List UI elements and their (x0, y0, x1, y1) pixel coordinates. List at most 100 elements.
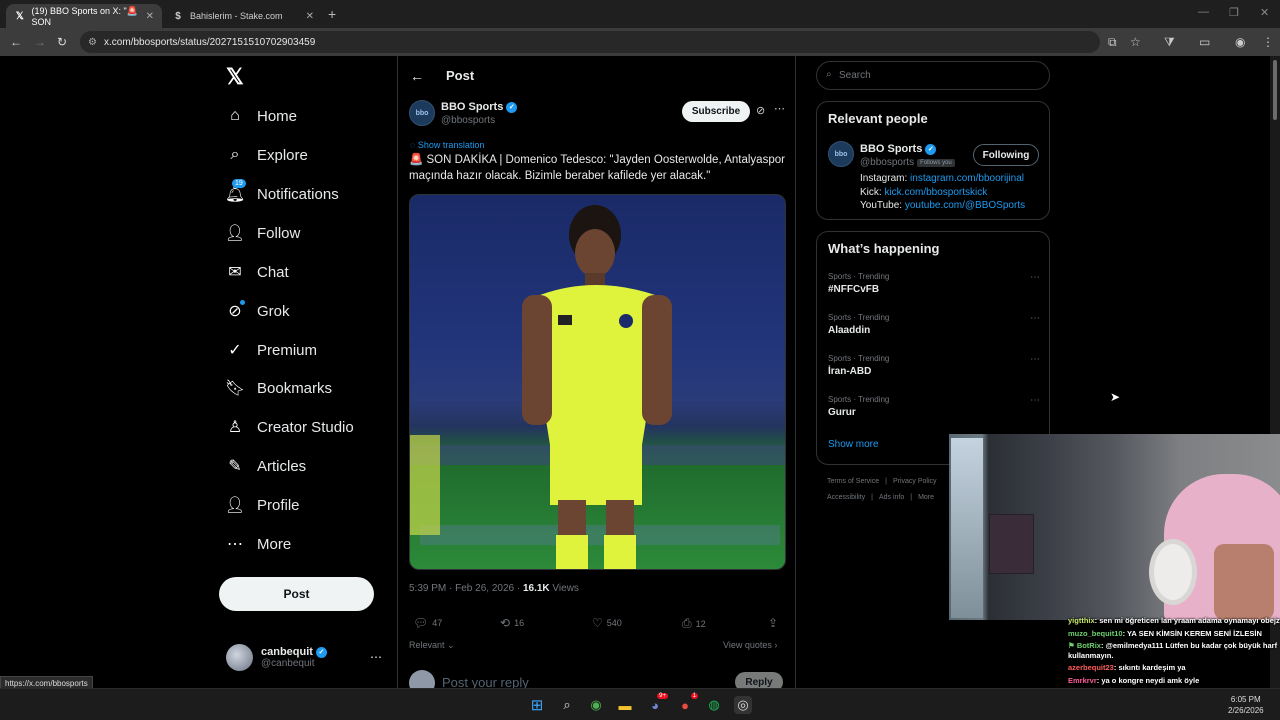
nav-item-follow[interactable]: 👤︎ Follow (224, 221, 301, 245)
windows-start-icon[interactable]: ⊞ (528, 696, 546, 714)
url-field[interactable]: ⚙ x.com/bbosports/status/202715151070290… (80, 31, 1100, 53)
tab-title: (19) BBO Sports on X: "🚨 SON (31, 5, 138, 27)
browser-tab-stake[interactable]: $ Bahislerim - Stake.com ✕ (164, 4, 322, 28)
install-app-icon[interactable]: ⧉ (1108, 35, 1117, 50)
account-switcher[interactable]: canbequit ✓ @canbequit (226, 644, 327, 671)
post-button[interactable]: Post (219, 577, 374, 611)
browser-tab-x[interactable]: 𝕏 (19) BBO Sports on X: "🚨 SON ✕ (6, 4, 162, 28)
reply-button[interactable]: 💬︎ 47 (413, 616, 442, 630)
close-window-button[interactable]: ✕ (1260, 6, 1269, 19)
author-handle[interactable]: @bbosports (441, 115, 495, 126)
person-handle[interactable]: @bbosports (860, 157, 914, 168)
chevron-down-icon: ⌄ (447, 640, 455, 650)
page-title: Post (446, 68, 475, 83)
privacy-link[interactable]: Privacy Policy (893, 478, 937, 485)
trend-item[interactable]: Sports · Trending #NFFCvFB ⋯ (828, 272, 1040, 295)
chat-message: muzo_bequit10: YA SEN KİMSİN KEREM SENİ … (1068, 628, 1262, 638)
search-icon[interactable]: ⌕ (558, 696, 576, 714)
avatar (226, 644, 253, 671)
post-image[interactable] (409, 194, 786, 570)
trend-item[interactable]: Sports · Trending Gurur ⋯ (828, 395, 1040, 418)
new-tab-button[interactable]: + (328, 6, 336, 22)
trend-item[interactable]: Sports · Trending Alaaddin ⋯ (828, 313, 1040, 336)
accessibility-link[interactable]: Accessibility (827, 494, 865, 501)
site-info-icon[interactable]: ⚙ (88, 37, 97, 48)
nav-item-chat[interactable]: ✉ Chat (226, 260, 288, 284)
more-options-icon[interactable]: ⋯ (1030, 395, 1040, 406)
view-quotes-link[interactable]: View quotes › (723, 640, 777, 650)
card-title: Relevant people (828, 111, 928, 126)
instagram-link[interactable]: instagram.com/bboorijinal (910, 173, 1024, 184)
post-time[interactable]: 5:39 PM · Feb 26, 2026 · (409, 583, 523, 594)
following-button[interactable]: Following (973, 144, 1039, 166)
footer-more-link[interactable]: More (918, 494, 934, 501)
reply-sort-dropdown[interactable]: Relevant ⌄ (409, 640, 455, 651)
author-name-row[interactable]: BBO Sports ✓ (441, 101, 518, 113)
reply-composer: Post your reply Reply (409, 668, 785, 688)
unread-dot (240, 300, 245, 305)
show-translation-link[interactable]: ◌ Show translation (410, 140, 484, 150)
like-button[interactable]: ♡ 540 (592, 616, 622, 630)
file-explorer-icon[interactable]: ▬ (616, 696, 634, 714)
x-logo-icon[interactable]: 𝕏 (226, 64, 244, 90)
search-input[interactable]: ⌕ Search (816, 61, 1050, 90)
nav-item-grok[interactable]: ⊘ Grok (226, 299, 290, 323)
ads-info-link[interactable]: Ads info (879, 494, 904, 501)
extensions-icon[interactable]: ⧩ (1164, 35, 1175, 50)
share-button[interactable]: ⇪ (768, 616, 782, 630)
nav-item-notifications[interactable]: 🔔︎ 19 Notifications (225, 179, 339, 206)
browser-menu-icon[interactable]: ⋮ (1262, 35, 1274, 49)
grok-icon[interactable]: ⊘ (756, 104, 765, 117)
status-bar-url: https://x.com/bbosports (0, 676, 93, 688)
more-options-icon[interactable]: ⋯ (1030, 354, 1040, 365)
reload-icon[interactable]: ↻ (57, 35, 67, 49)
bookmark-button[interactable]: ⎙ 12 (682, 616, 706, 631)
scrollbar-thumb[interactable] (1273, 60, 1277, 120)
reply-input[interactable]: Post your reply (442, 675, 529, 688)
chrome-icon[interactable]: ◉ (587, 696, 605, 714)
terms-link[interactable]: Terms of Service (827, 478, 879, 485)
reply-submit-button[interactable]: Reply (735, 672, 783, 688)
close-tab-icon[interactable]: ✕ (306, 11, 314, 22)
spotify-icon[interactable]: ◍ (705, 696, 723, 714)
person-name-row[interactable]: BBO Sports ✓ (860, 143, 937, 155)
account-more-icon[interactable]: ⋯ (370, 650, 382, 664)
nav-item-home[interactable]: ⌂ Home (226, 104, 297, 128)
show-more-link[interactable]: Show more (828, 439, 879, 450)
nav-item-bookmarks[interactable]: 🔖︎ Bookmarks (225, 376, 332, 400)
nav-item-premium[interactable]: ✓ Premium (226, 338, 317, 362)
author-avatar[interactable]: bbo (409, 100, 435, 126)
forward-arrow-icon[interactable]: → (34, 35, 46, 49)
app-icon[interactable]: ● 1 (676, 693, 698, 714)
more-options-icon[interactable]: ⋯ (1030, 313, 1040, 324)
relevant-people-card: Relevant people bbo BBO Sports ✓ @bbospo… (816, 101, 1050, 220)
discord-icon[interactable]: ◕ 9+ (646, 693, 668, 714)
back-arrow-icon[interactable]: ← (10, 35, 22, 49)
back-arrow-icon[interactable]: ← (410, 68, 424, 84)
trend-item[interactable]: Sports · Trending İran-ABD ⋯ (828, 354, 1040, 377)
subscribe-button[interactable]: Subscribe (682, 101, 750, 122)
nav-item-articles[interactable]: ✎ Articles (226, 454, 306, 478)
avatar[interactable]: bbo (828, 141, 854, 167)
nav-item-more[interactable]: ⋯ More (226, 532, 291, 556)
profile-avatar-icon[interactable]: ◉ (1235, 35, 1245, 49)
more-options-icon[interactable]: ⋯ (774, 102, 785, 115)
taskbar-clock[interactable]: 6:05 PM 2/26/2026 (1228, 694, 1264, 716)
kick-link[interactable]: kick.com/bbosportskick (884, 187, 987, 198)
split-view-icon[interactable]: ▭ (1199, 35, 1210, 49)
close-tab-icon[interactable]: ✕ (146, 11, 154, 22)
maximize-button[interactable]: ❐ (1229, 6, 1239, 19)
minimize-button[interactable]: — (1198, 6, 1209, 18)
bookmark-star-icon[interactable]: ☆ (1130, 35, 1141, 49)
repost-button[interactable]: ⟲ 16 (500, 616, 524, 630)
chat-message: azerbequit23: sıkıntı kardeşim ya (1068, 663, 1186, 672)
person-plus-icon: 👤︎ (224, 225, 246, 242)
obs-icon[interactable]: ◎ (734, 696, 752, 714)
more-options-icon[interactable]: ⋯ (1030, 272, 1040, 283)
youtube-link[interactable]: youtube.com/@BBOSports (905, 200, 1025, 211)
nav-item-explore[interactable]: ⌕ Explore (226, 143, 308, 167)
home-icon: ⌂ (230, 107, 240, 124)
nav-item-creator-studio[interactable]: ♙ Creator Studio (226, 415, 354, 439)
nav-item-profile[interactable]: 👤︎ Profile (225, 493, 300, 517)
url-text: x.com/bbosports/status/20271515107029034… (104, 36, 316, 48)
